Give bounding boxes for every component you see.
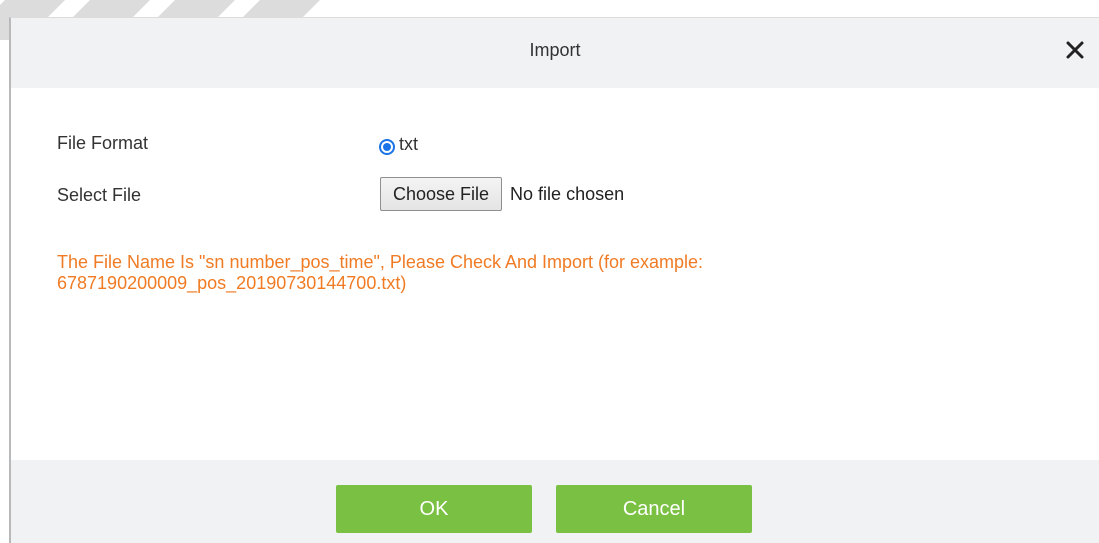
ok-button[interactable]: OK	[336, 485, 532, 533]
file-name-hint: The File Name Is "sn number_pos_time", P…	[57, 252, 704, 293]
select-file-label: Select File	[57, 185, 142, 205]
file-status-text: No file chosen	[510, 183, 625, 204]
choose-file-button[interactable]: Choose File	[380, 177, 503, 211]
dialog-title-bar: Import	[11, 18, 1099, 88]
radio-button[interactable]	[379, 139, 395, 155]
radio-selected-dot	[383, 143, 391, 151]
dialog-title: Import	[529, 40, 581, 60]
close-button[interactable]	[1063, 38, 1087, 62]
close-icon	[1066, 41, 1084, 59]
dialog-footer: OK Cancel	[11, 460, 1099, 543]
file-input[interactable]: Choose File No file chosen	[380, 177, 624, 211]
cancel-button[interactable]: Cancel	[556, 485, 752, 533]
file-format-label: File Format	[57, 133, 149, 153]
file-format-radio-txt[interactable]: txt	[379, 134, 418, 158]
import-dialog: Import File Format txt Select File Choos…	[9, 17, 1099, 543]
screen: Import File Format txt Select File Choos…	[0, 0, 1099, 543]
radio-label-txt[interactable]: txt	[399, 134, 418, 155]
